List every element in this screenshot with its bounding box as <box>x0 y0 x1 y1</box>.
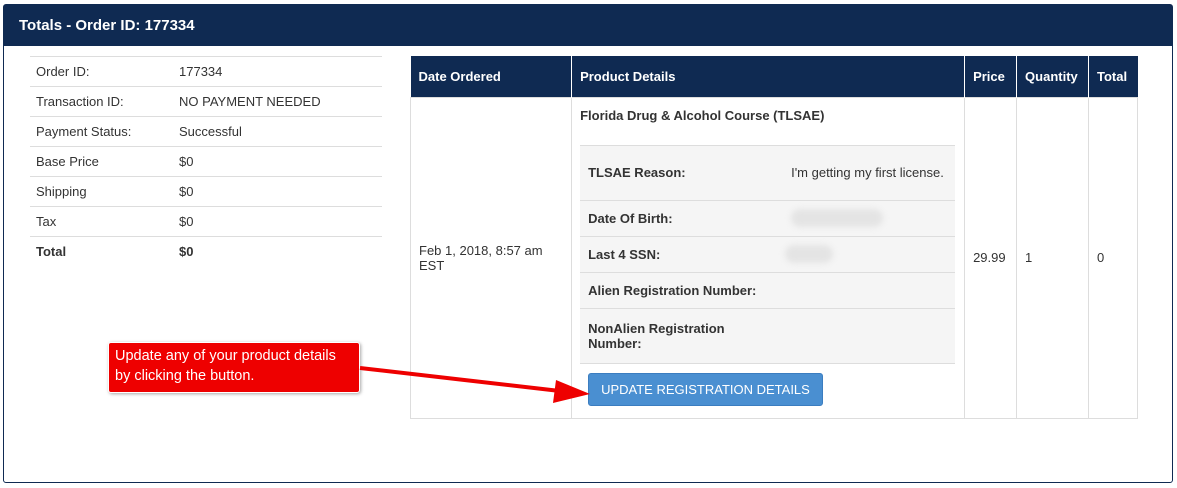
summary-value: $0 <box>173 206 382 237</box>
price-cell: 29.99 <box>964 96 1018 419</box>
summary-value: $0 <box>173 146 382 177</box>
redacted-value <box>785 245 834 263</box>
attribute-row: Last 4 SSN: <box>580 235 956 272</box>
column-header-price: Price <box>964 56 1018 97</box>
summary-value: 177334 <box>173 56 382 87</box>
attribute-label: NonAlien Registration Number: <box>580 307 784 364</box>
summary-row: Payment Status: Successful <box>30 116 382 147</box>
summary-row: Transaction ID: NO PAYMENT NEEDED <box>30 86 382 117</box>
panel-title: Totals - Order ID: 177334 <box>4 5 1172 46</box>
column-header-product: Product Details <box>571 56 966 97</box>
redacted-value <box>791 209 884 227</box>
summary-value: $0 <box>173 176 382 207</box>
product-details-cell: Florida Drug & Alcohol Course (TLSAE) TL… <box>571 96 966 419</box>
summary-row: Base Price $0 <box>30 146 382 177</box>
attribute-value <box>783 271 956 308</box>
attribute-label: Last 4 SSN: <box>580 235 784 272</box>
summary-label: Order ID: <box>30 56 173 87</box>
product-attributes: TLSAE Reason: I'm getting my first licen… <box>580 144 956 364</box>
summary-total-row: Total $0 <box>30 236 382 267</box>
attribute-label: Alien Registration Number: <box>580 271 784 308</box>
date-ordered-cell: Feb 1, 2018, 8:57 am EST <box>409 96 573 419</box>
attribute-value-redacted <box>783 235 956 272</box>
summary-row: Tax $0 <box>30 206 382 237</box>
summary-label: Shipping <box>30 176 173 207</box>
table-row: Feb 1, 2018, 8:57 am EST Florida Drug & … <box>409 96 1138 419</box>
attribute-row: NonAlien Registration Number: <box>580 307 956 364</box>
column-header-date: Date Ordered <box>410 56 573 97</box>
attribute-row: Date Of Birth: <box>580 199 956 236</box>
quantity-cell: 1 <box>1016 96 1089 419</box>
attribute-row: TLSAE Reason: I'm getting my first licen… <box>580 144 956 200</box>
attribute-value-redacted <box>783 199 956 236</box>
summary-value: Successful <box>173 116 382 147</box>
summary-row: Shipping $0 <box>30 176 382 207</box>
summary-value: NO PAYMENT NEEDED <box>173 86 382 117</box>
total-cell: 0 <box>1088 96 1138 419</box>
column-header-quantity: Quantity <box>1016 56 1089 97</box>
summary-value: $0 <box>173 236 382 267</box>
summary-label: Transaction ID: <box>30 86 173 117</box>
product-name: Florida Drug & Alcohol Course (TLSAE) <box>580 107 825 123</box>
summary-label: Total <box>30 236 173 267</box>
column-header-total: Total <box>1088 56 1138 97</box>
attribute-label: TLSAE Reason: <box>580 144 784 200</box>
summary-label: Tax <box>30 206 173 237</box>
attribute-value: I'm getting my first license. <box>783 144 956 200</box>
order-summary-table: Order ID: 177334 Transaction ID: NO PAYM… <box>30 56 382 267</box>
attribute-label: Date Of Birth: <box>580 199 784 236</box>
summary-label: Payment Status: <box>30 116 173 147</box>
attribute-row: Alien Registration Number: <box>580 271 956 308</box>
update-registration-details-button[interactable]: UPDATE REGISTRATION DETAILS <box>588 372 823 406</box>
attribute-value <box>783 307 956 364</box>
callout-annotation: Update any of your product details by cl… <box>108 342 360 393</box>
summary-label: Base Price <box>30 146 173 177</box>
summary-row: Order ID: 177334 <box>30 56 382 87</box>
order-items-table: Date Ordered Product Details Price Quant… <box>409 56 1138 419</box>
order-header-row: Date Ordered Product Details Price Quant… <box>410 56 1138 97</box>
